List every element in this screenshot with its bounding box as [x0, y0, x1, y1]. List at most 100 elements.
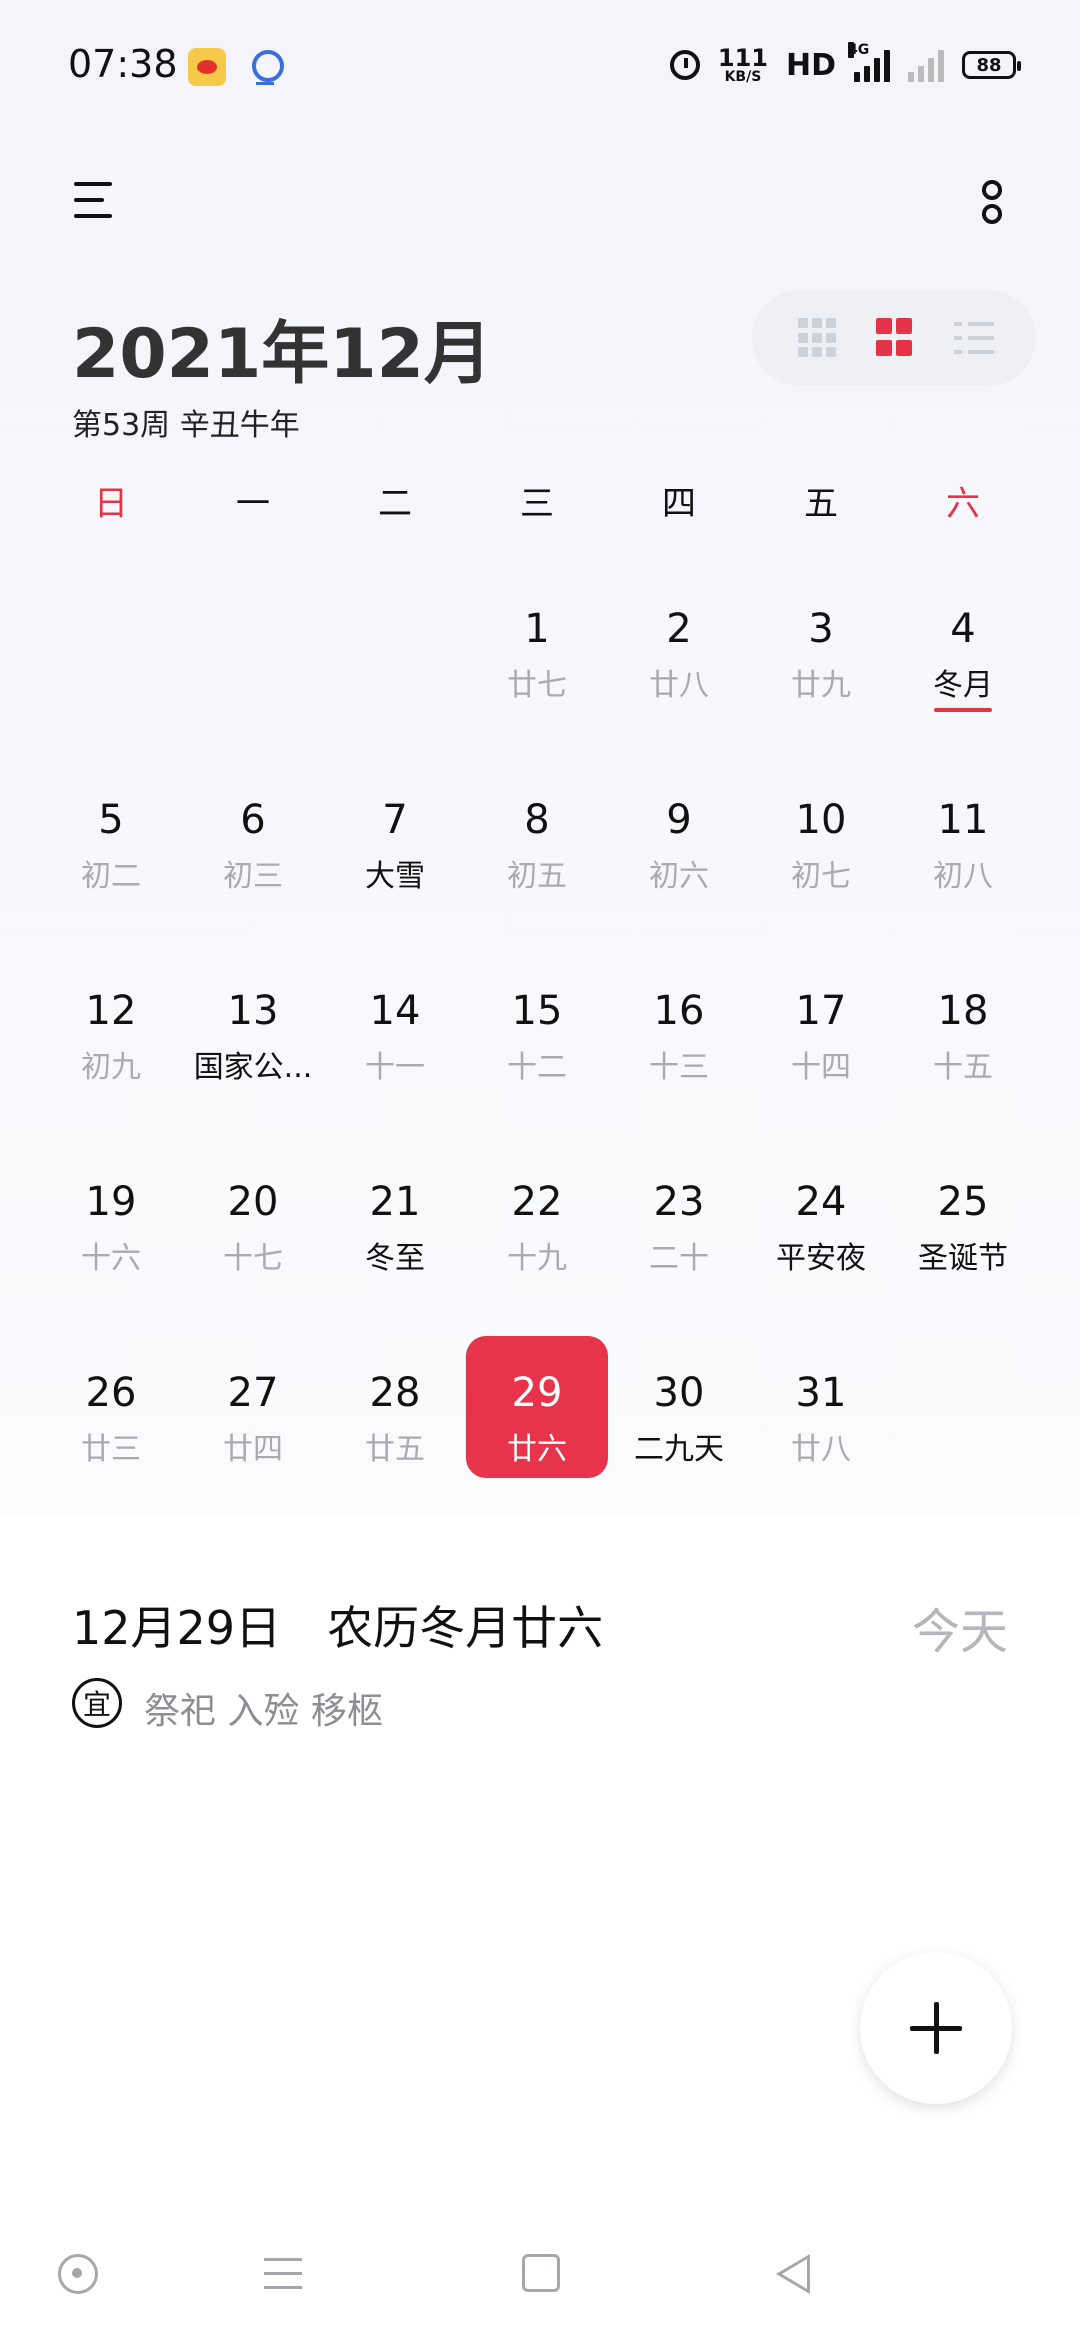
day-lunar-label: 初三	[223, 859, 283, 894]
day-number: 17	[795, 988, 847, 1034]
day-number: 22	[511, 1179, 563, 1225]
day-number: 28	[369, 1370, 421, 1416]
day-cell[interactable]: 26 廿三	[40, 1336, 182, 1478]
day-lunar-label: 十三	[649, 1050, 709, 1085]
network-speed-unit: KB/S	[724, 69, 762, 85]
weekday-sun: 日	[94, 484, 128, 524]
weekday-tue: 二	[378, 484, 412, 524]
day-cell[interactable]: 7 大雪	[324, 763, 466, 905]
signal-strength-icon: 4G	[848, 42, 890, 82]
day-number: 1	[524, 606, 550, 652]
day-number: 19	[85, 1179, 137, 1225]
day-number: 7	[382, 797, 408, 843]
day-cell[interactable]: 15 十二	[466, 954, 608, 1096]
day-cell[interactable]: 3 廿九	[750, 572, 892, 714]
add-event-button[interactable]	[860, 1952, 1012, 2104]
battery-icon: 88	[962, 51, 1021, 79]
selected-date-lunar: 农历冬月廿六	[327, 1601, 604, 1655]
day-number: 21	[369, 1179, 421, 1225]
day-lunar-label: 十四	[791, 1050, 851, 1085]
day-lunar-label: 平安夜	[776, 1241, 866, 1276]
nav-home-icon[interactable]	[520, 2252, 564, 2296]
day-cell[interactable]: 31 廿八	[750, 1336, 892, 1478]
menu-icon[interactable]	[72, 178, 116, 222]
day-cell[interactable]: 27 廿四	[182, 1336, 324, 1478]
network-speed-value: 111	[717, 44, 768, 72]
day-number: 5	[98, 797, 124, 843]
day-cell[interactable]: 20 十七	[182, 1145, 324, 1287]
day-lunar-label: 十六	[81, 1241, 141, 1276]
yi-badge: 宜	[72, 1678, 122, 1728]
day-cell[interactable]: 4 冬月	[892, 572, 1034, 714]
baidu-notification-icon	[246, 48, 284, 86]
day-cell[interactable]: 23 二十	[608, 1145, 750, 1287]
day-cell[interactable]: 18 十五	[892, 954, 1034, 1096]
day-lunar-label: 廿八	[791, 1432, 851, 1467]
nav-assistant-icon[interactable]	[56, 2252, 100, 2296]
yi-activities: 祭祀 入殓 移柩	[144, 1691, 383, 1732]
weekday-header: 日 一 二 三 四 五 六	[40, 476, 1040, 526]
day-cell[interactable]: 17 十四	[750, 954, 892, 1096]
selected-date-solar: 12月29日	[72, 1601, 282, 1655]
day-cell[interactable]: 14 十一	[324, 954, 466, 1096]
day-cell[interactable]: 30 二九天	[608, 1336, 750, 1478]
day-cell[interactable]: 28 廿五	[324, 1336, 466, 1478]
today-button[interactable]: 今天	[912, 1592, 1008, 1662]
day-cell[interactable]: 6 初三	[182, 763, 324, 905]
day-cell[interactable]: 10 初七	[750, 763, 892, 905]
day-number: 25	[937, 1179, 989, 1225]
day-lunar-label: 廿五	[365, 1432, 425, 1467]
day-cell[interactable]: 19 十六	[40, 1145, 182, 1287]
day-lunar-label: 初九	[81, 1050, 141, 1085]
day-number: 10	[795, 797, 847, 843]
day-cell[interactable]: 2 廿八	[608, 572, 750, 714]
day-cell[interactable]: 11 初八	[892, 763, 1034, 905]
day-cell[interactable]: 24 平安夜	[750, 1145, 892, 1287]
nav-back-icon[interactable]	[774, 2252, 818, 2296]
month-view-icon[interactable]	[876, 318, 916, 358]
day-number: 18	[937, 988, 989, 1034]
view-switcher	[752, 290, 1036, 386]
day-number: 27	[227, 1370, 279, 1416]
day-lunar-label: 初六	[649, 859, 709, 894]
day-number: 29	[511, 1370, 563, 1416]
status-indicators: 111 KB/S HD 4G 88	[669, 40, 1021, 90]
weekday-thu: 四	[662, 484, 696, 524]
weibo-notification-icon	[188, 48, 226, 86]
day-cell[interactable]: 1 廿七	[466, 572, 608, 714]
day-cell[interactable]: 12 初九	[40, 954, 182, 1096]
day-number: 31	[795, 1370, 847, 1416]
nav-menu-icon[interactable]	[262, 2252, 306, 2296]
list-view-icon[interactable]	[954, 318, 994, 358]
year-view-icon[interactable]	[798, 318, 838, 358]
day-number: 4	[950, 606, 976, 652]
day-cell[interactable]: 13 国家公...	[182, 954, 324, 1096]
day-cell[interactable]: 21 冬至	[324, 1145, 466, 1287]
week-lunar-year: 第53周 辛丑牛年	[72, 408, 300, 443]
day-lunar-label: 廿六	[507, 1432, 567, 1467]
day-number: 16	[653, 988, 705, 1034]
day-cell[interactable]: 16 十三	[608, 954, 750, 1096]
status-bar: 07:38 111 KB/S HD 4G 88	[0, 0, 1080, 130]
day-cell[interactable]: 5 初二	[40, 763, 182, 905]
day-cell[interactable]: 8 初五	[466, 763, 608, 905]
day-lunar-label: 圣诞节	[918, 1241, 1008, 1276]
day-lunar-label: 国家公...	[193, 1050, 313, 1085]
day-cell[interactable]: 22 十九	[466, 1145, 608, 1287]
day-lunar-label: 廿九	[791, 668, 851, 703]
day-lunar-label: 二十	[649, 1241, 709, 1276]
day-number: 30	[653, 1370, 705, 1416]
day-cell-today[interactable]: 29 廿六	[466, 1336, 608, 1478]
day-number: 24	[795, 1179, 847, 1225]
day-cell[interactable]: 25 圣诞节	[892, 1145, 1034, 1287]
day-number: 11	[937, 797, 989, 843]
day-lunar-label: 廿七	[507, 668, 567, 703]
month-title[interactable]: 2021年12月	[72, 298, 492, 397]
network-type: 4G	[848, 42, 870, 58]
alarm-icon	[669, 50, 700, 80]
signal-strength-sim2-icon	[908, 48, 944, 82]
day-number: 12	[85, 988, 137, 1034]
day-lunar-label: 十五	[933, 1050, 993, 1085]
day-cell[interactable]: 9 初六	[608, 763, 750, 905]
lunar-month-start-marker	[934, 708, 992, 712]
